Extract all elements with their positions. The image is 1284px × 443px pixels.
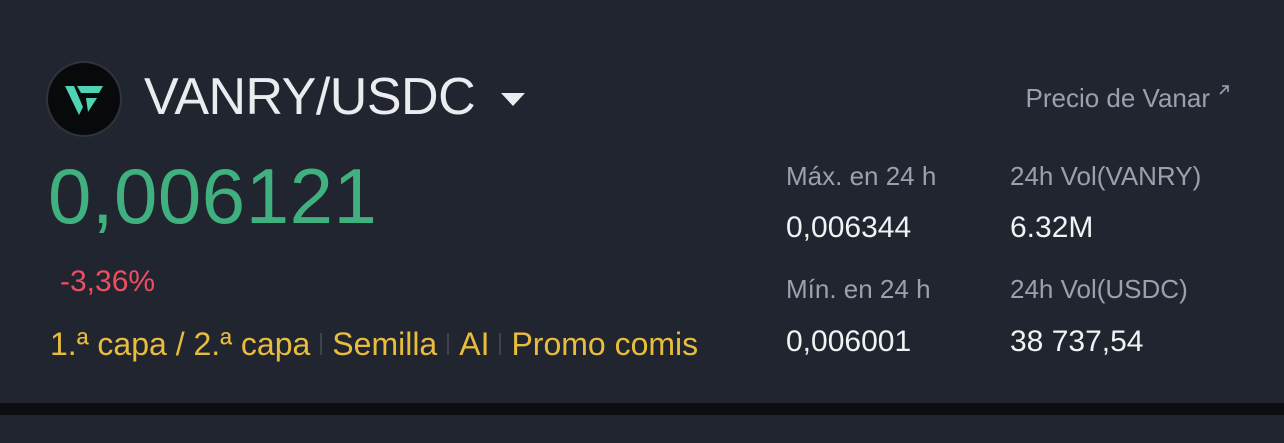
tag-layer[interactable]: 1.ª capa / 2.ª capa <box>50 326 310 363</box>
vol-quote-value: 38 737,54 <box>1010 325 1144 358</box>
ticker-panel: VANRY/USDC Precio de Vanar 0,006121 -3,3… <box>0 0 1284 403</box>
price-link-label: Precio de Vanar <box>1025 83 1210 113</box>
tag-promo-fee[interactable]: Promo comis <box>511 326 698 363</box>
tag-separator <box>447 333 450 355</box>
high-24h-label: Máx. en 24 h <box>786 161 937 191</box>
low-24h-value: 0,006001 <box>786 325 912 358</box>
vol-base-label: 24h Vol(VANRY) <box>1010 161 1202 191</box>
next-section <box>0 415 1284 443</box>
pair-selector[interactable]: VANRY/USDC <box>144 62 526 132</box>
external-arrow-icon <box>1219 85 1229 95</box>
pair-title: VANRY/USDC <box>144 68 476 126</box>
tag-separator <box>320 333 323 355</box>
tag-list: 1.ª capa / 2.ª capa Semilla AI Promo com… <box>50 322 698 366</box>
vol-base-value: 6.32M <box>1010 211 1094 244</box>
high-24h-value: 0,006344 <box>786 211 912 244</box>
price-page-link[interactable]: Precio de Vanar <box>1025 82 1230 114</box>
section-divider <box>0 403 1284 415</box>
tag-separator <box>499 333 502 355</box>
caret-down-icon <box>501 92 526 106</box>
tag-ai[interactable]: AI <box>459 326 489 363</box>
low-24h-label: Mín. en 24 h <box>786 274 931 304</box>
vanar-logo-icon <box>48 63 120 135</box>
tag-seed[interactable]: Semilla <box>332 326 437 363</box>
vol-quote-label: 24h Vol(USDC) <box>1010 274 1188 304</box>
price-change-percent: -3,36% <box>60 265 156 298</box>
last-price: 0,006121 <box>48 152 378 240</box>
